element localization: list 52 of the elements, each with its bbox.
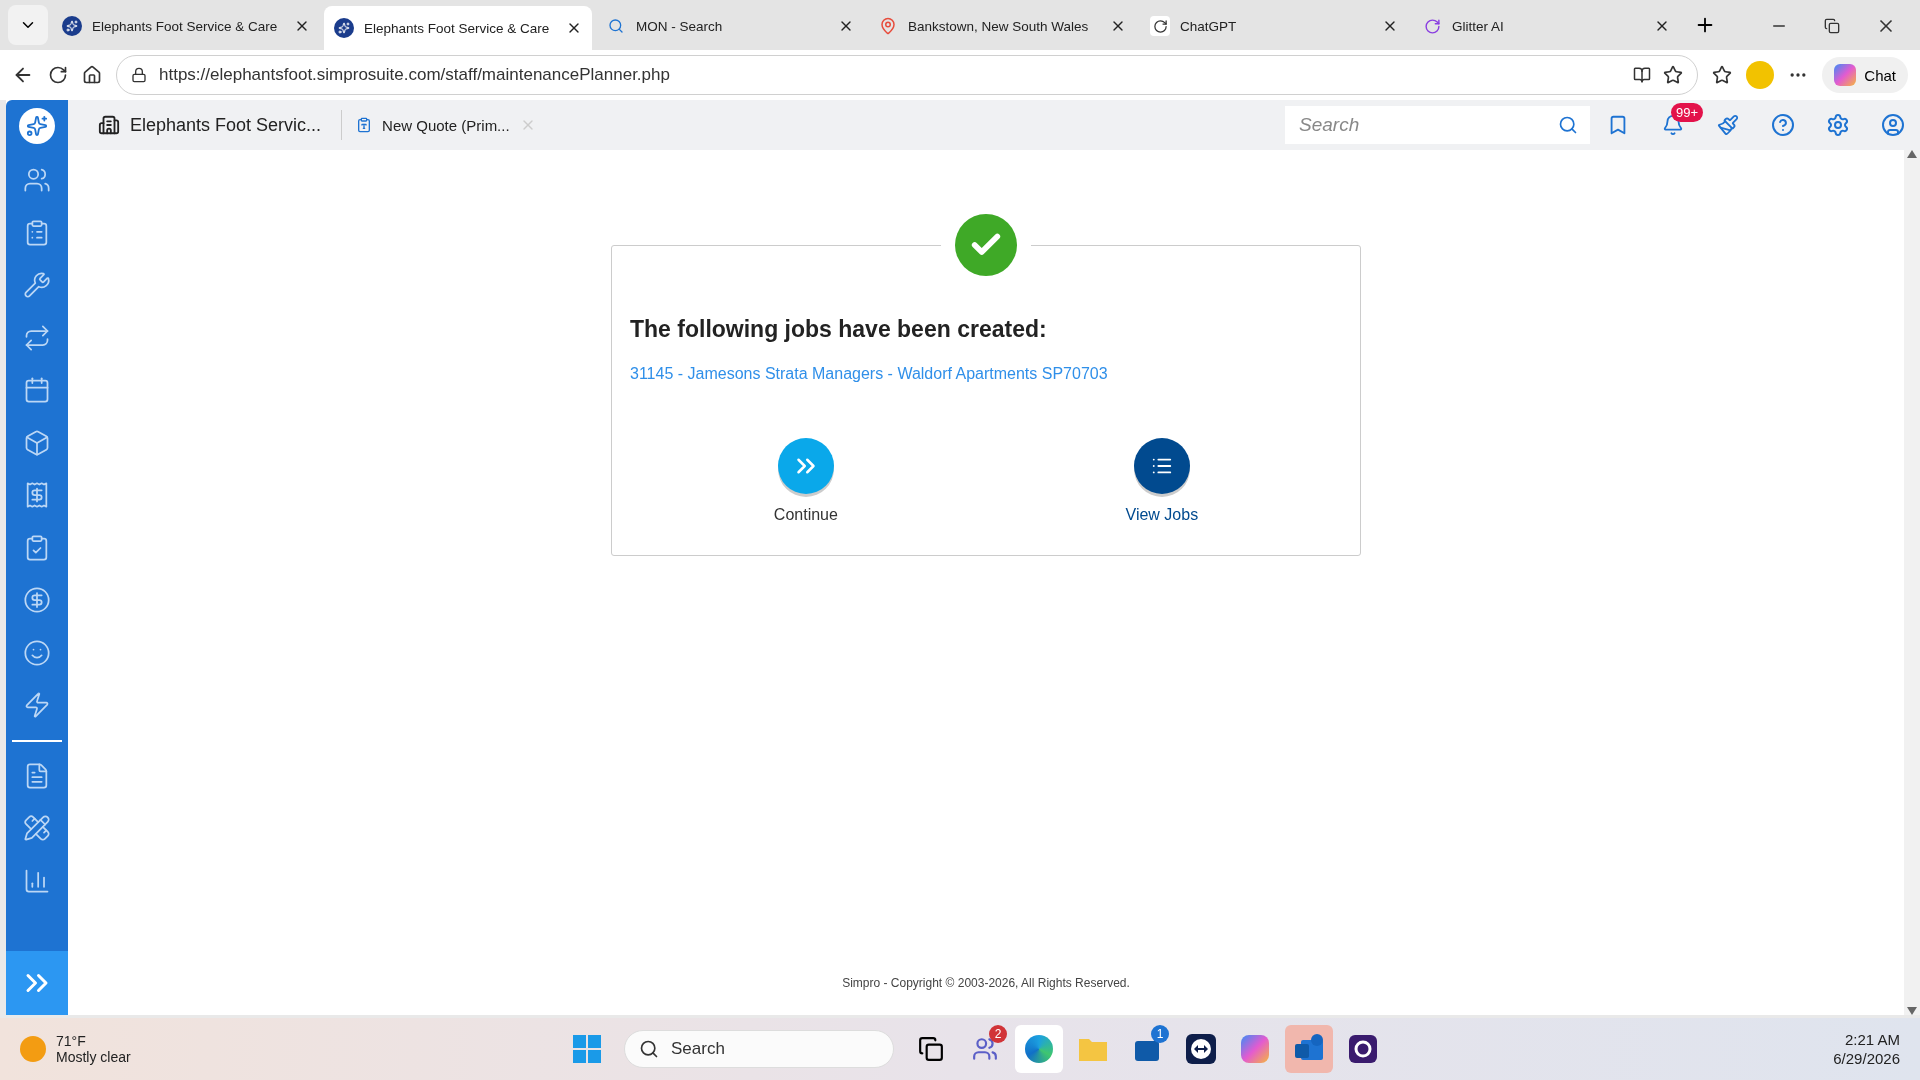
search-field[interactable]: Search (1297, 113, 1558, 137)
lock-icon (131, 67, 147, 83)
app-tab[interactable]: Elephants Foot Servic... (98, 110, 343, 140)
browser-tab[interactable]: Elephants Foot Service & Care (324, 6, 592, 50)
clock-date: 6/29/2026 (1833, 1050, 1900, 1067)
continue-button[interactable]: Continue (767, 437, 844, 525)
teams-button[interactable]: 2 (961, 1025, 1009, 1073)
notification-badge: 99+ (1671, 103, 1704, 122)
store-badge: 1 (1151, 1025, 1169, 1043)
clock-time: 2:21 AM (1843, 1031, 1900, 1048)
search-text: Search (671, 1039, 725, 1059)
tab-title: ChatGPT (1180, 18, 1238, 34)
reload-icon[interactable] (48, 65, 68, 85)
app-tab[interactable]: New Quote (Prim... (356, 110, 556, 140)
star-logo-icon[interactable] (19, 108, 55, 144)
search-icon (639, 1039, 659, 1059)
view-jobs-button[interactable]: View Jobs (1119, 437, 1205, 525)
tab-title: Bankstown, New South Wales (908, 18, 1090, 34)
favorite-star-icon[interactable] (1663, 65, 1684, 85)
tab-title: Elephants Foot Service & Care (92, 18, 279, 34)
people-icon (972, 1036, 998, 1062)
teams-badge: 2 (989, 1025, 1007, 1043)
clipboard-icon (356, 117, 373, 133)
reader-icon[interactable] (1633, 66, 1652, 84)
chat-button[interactable]: Chat (1822, 57, 1908, 93)
browser-tab[interactable]: Bankstown, New South Wales (868, 6, 1136, 46)
browser-tab[interactable]: Glitter AI (1412, 6, 1680, 46)
home-icon[interactable] (82, 65, 102, 85)
browser-tab[interactable]: MON - Search (596, 6, 864, 46)
url-text: https://elephantsfoot.simprosuite.com/staff/maintenancePlanner.php (159, 65, 671, 85)
temperature: 71°F (56, 1033, 87, 1049)
browser-tab[interactable]: Elephants Foot Service & Care (52, 6, 320, 46)
favorites-icon[interactable] (1712, 65, 1733, 85)
tab-title: Elephants Foot Service & Care (364, 20, 551, 36)
taskbar-search-field[interactable]: Search (624, 1030, 894, 1068)
search-icon[interactable] (1558, 115, 1578, 135)
building-icon (98, 114, 120, 136)
scroll-down-icon[interactable] (1907, 1007, 1917, 1015)
tab-title: MON - Search (636, 18, 724, 34)
restore-icon[interactable] (1824, 18, 1840, 34)
copyright-text: Simpro - Copyright © 2003-2026, All Rights Reserved. (842, 976, 1130, 990)
star-logo-icon (62, 16, 82, 36)
expand-icon[interactable] (6, 951, 68, 1015)
map-pin-icon (878, 16, 898, 36)
dialog-title: The following jobs have been created: (630, 316, 1048, 343)
tab-title: Glitter AI (1452, 18, 1505, 34)
store-button[interactable]: 1 (1123, 1025, 1171, 1073)
weather-condition: Mostly clear (56, 1049, 131, 1065)
search-bar[interactable]: Search (1285, 106, 1590, 144)
scrollbar[interactable] (1904, 150, 1920, 1015)
browser-tab[interactable]: ChatGPT (1140, 6, 1408, 46)
star-logo-icon (334, 18, 354, 38)
